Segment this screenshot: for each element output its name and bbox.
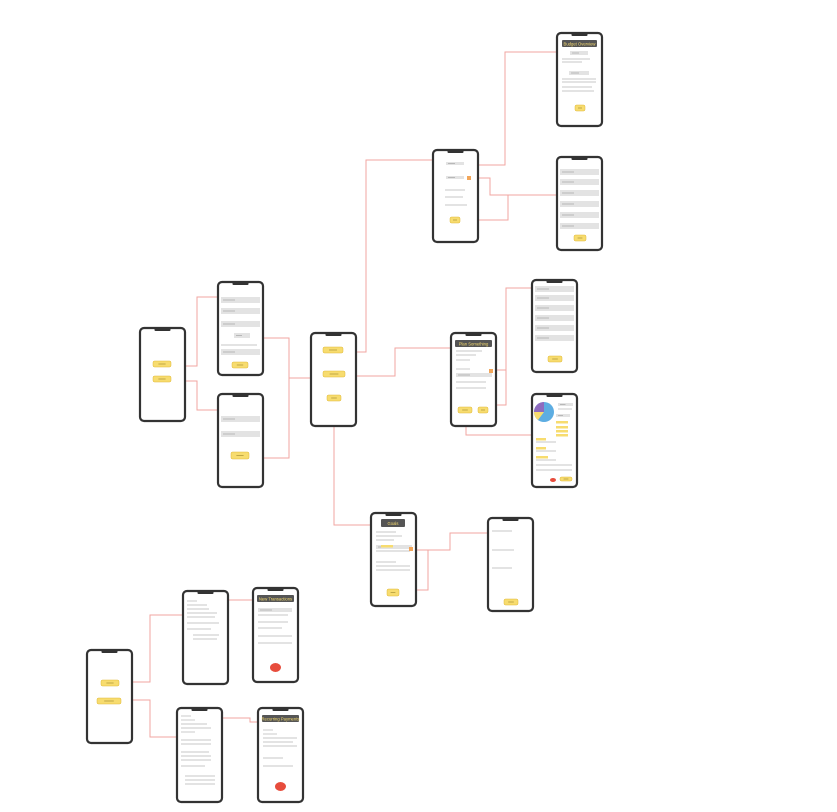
- delete-button[interactable]: [275, 782, 286, 791]
- connector-line-15: [416, 550, 429, 591]
- connector-line-10: [185, 380, 218, 411]
- phone-notch: [272, 708, 289, 711]
- phone-screen-f[interactable]: [216, 280, 265, 377]
- phone-screen-e[interactable]: [138, 326, 187, 423]
- phone-frame: [138, 326, 187, 423]
- phone-screen-b[interactable]: [431, 148, 480, 244]
- highlight-line: [536, 438, 546, 441]
- phone-notch: [465, 333, 482, 336]
- connector-line-13: [333, 426, 371, 526]
- phone-notch: [502, 518, 519, 521]
- connector-port: [409, 547, 413, 551]
- phone-screen-k[interactable]: Goals: [369, 511, 418, 608]
- phone-notch: [571, 33, 588, 36]
- phone-notch: [385, 513, 402, 516]
- connector-line-5: [496, 287, 532, 371]
- connector-line-2: [478, 177, 557, 196]
- highlight-line: [556, 430, 568, 433]
- connector-port: [489, 369, 493, 373]
- phone-screen-c[interactable]: [555, 155, 604, 252]
- phone-notch: [267, 588, 284, 591]
- screen-title: Recurring Payments: [262, 716, 300, 721]
- phone-notch: [101, 650, 118, 653]
- phone-screen-d[interactable]: [530, 278, 579, 374]
- connector-port: [467, 176, 471, 180]
- connector-line-8: [356, 347, 451, 377]
- connector-line-12: [263, 378, 290, 459]
- highlight-line: [381, 545, 393, 548]
- highlight-line: [536, 447, 546, 450]
- screen-title: Plan Something: [459, 341, 489, 346]
- connector-line-11: [263, 337, 311, 379]
- connector-line-3: [478, 194, 557, 221]
- screen-title: Goals: [388, 521, 399, 526]
- phone-frame: [85, 648, 134, 745]
- phone-screen-o[interactable]: [85, 648, 134, 745]
- wireflow-diagram: Budget Overview Plan Something Goals New Tr…: [85, 31, 604, 804]
- phone-notch: [154, 328, 171, 331]
- highlight-line: [556, 434, 568, 437]
- phone-notch: [571, 157, 588, 160]
- phone-frame: [216, 280, 265, 377]
- phone-notch: [232, 282, 249, 285]
- phone-notch: [325, 333, 342, 336]
- connector-line-9: [185, 296, 218, 367]
- highlight-line: [536, 456, 548, 459]
- phone-screen-h[interactable]: Plan Something: [449, 331, 498, 428]
- phone-screen-j[interactable]: [216, 392, 265, 489]
- phone-notch: [191, 708, 208, 711]
- phone-notch: [447, 150, 464, 153]
- connector-line-6: [496, 370, 507, 406]
- phone-screen-p[interactable]: [175, 706, 224, 804]
- screen-title: Budget Overview: [564, 41, 597, 46]
- phone-frame: [216, 392, 265, 489]
- connector-line-17: [132, 699, 177, 738]
- phone-screen-i[interactable]: [530, 392, 579, 489]
- delete-button[interactable]: [550, 478, 556, 482]
- highlight-line: [556, 426, 568, 429]
- phone-notch: [197, 591, 214, 594]
- connector-line-19: [222, 717, 258, 723]
- phone-screen-a[interactable]: Budget Overview: [555, 31, 604, 128]
- phone-frame: [175, 706, 224, 804]
- phone-frame: [486, 516, 535, 613]
- delete-button[interactable]: [270, 663, 281, 672]
- connector-line-1: [478, 51, 557, 166]
- connector-line-14: [416, 532, 488, 551]
- phone-layer: Budget Overview Plan Something Goals New Tr…: [85, 31, 604, 804]
- phone-screen-l[interactable]: [486, 516, 535, 613]
- connector-line-16: [132, 614, 183, 683]
- wireflow-canvas: Budget Overview Plan Something Goals New Tr…: [0, 0, 837, 812]
- phone-screen-m[interactable]: [181, 589, 230, 686]
- phone-notch: [232, 394, 249, 397]
- phone-notch: [546, 280, 563, 283]
- connector-line-4: [356, 159, 433, 353]
- phone-screen-q[interactable]: Recurring Payments: [256, 706, 305, 804]
- highlight-line: [556, 421, 568, 424]
- phone-screen-g[interactable]: [309, 331, 358, 428]
- screen-title: New Transactions: [259, 596, 292, 601]
- phone-notch: [546, 394, 563, 397]
- phone-screen-n[interactable]: New Transactions: [251, 586, 300, 684]
